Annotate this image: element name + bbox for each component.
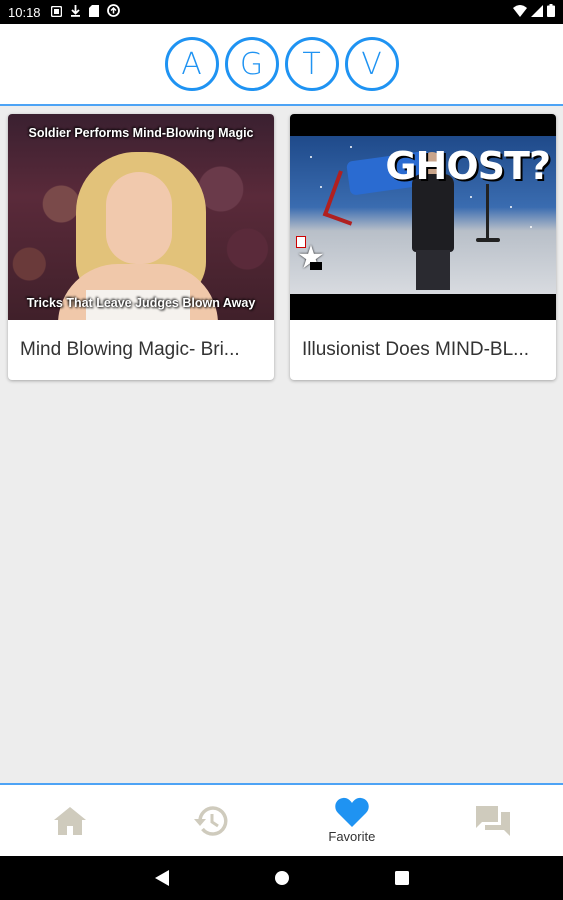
- thumbnail-stand: [486, 184, 489, 240]
- playing-card-icon: [296, 236, 306, 248]
- thumbnail-caption-top: Soldier Performs Mind-Blowing Magic: [28, 126, 254, 140]
- logo-letter-t: T: [284, 37, 339, 91]
- battery-icon: [547, 4, 555, 20]
- nav-chat[interactable]: [422, 785, 563, 856]
- app-header: A G T V: [0, 24, 563, 106]
- video-card[interactable]: Soldier Performs Mind-Blowing Magic Tric…: [8, 114, 274, 380]
- nav-home[interactable]: [0, 785, 141, 856]
- wifi-icon: [513, 4, 527, 20]
- nav-history[interactable]: [141, 785, 282, 856]
- system-navigation-bar: [0, 856, 563, 900]
- download-icon: [70, 4, 81, 20]
- thumbnail-figure-face: [106, 172, 172, 264]
- thumbnail-stand-base: [476, 238, 500, 242]
- top-hat-icon: [310, 262, 322, 270]
- video-title-text: Illusionist Does MIND-BL...: [302, 339, 530, 360]
- bottom-navigation: Favorite: [0, 783, 563, 856]
- video-card[interactable]: GHOST? ★ Illusionist Does MIND-BL...: [290, 114, 556, 380]
- history-icon: [194, 805, 228, 836]
- favorites-list: Soldier Performs Mind-Blowing Magic Tric…: [0, 108, 563, 783]
- status-right: [513, 4, 555, 20]
- nav-favorite-label: Favorite: [328, 829, 376, 844]
- thumbnail-caption-bottom: Tricks That Leave Judges Blown Away: [26, 296, 256, 310]
- notification-icon: [50, 5, 62, 20]
- logo-letter-a: A: [164, 37, 219, 91]
- recents-icon[interactable]: [392, 868, 412, 888]
- sync-icon: [106, 4, 120, 20]
- chat-icon: [475, 805, 510, 836]
- sd-card-icon: [88, 4, 99, 20]
- signal-icon: [531, 4, 543, 20]
- home-icon: [54, 806, 87, 835]
- back-icon[interactable]: [152, 868, 172, 888]
- logo-letter-g: G: [224, 37, 279, 91]
- heart-icon: [335, 797, 369, 827]
- video-title[interactable]: Mind Blowing Magic- Bri...: [8, 320, 274, 380]
- video-title[interactable]: Illusionist Does MIND-BL...: [290, 320, 556, 380]
- status-bar: 10:18: [0, 0, 563, 24]
- home-circle-icon[interactable]: [272, 868, 292, 888]
- thumbnail-caption-top: GHOST?: [385, 144, 551, 188]
- video-title-text: Mind Blowing Magic- Bri...: [20, 339, 240, 360]
- status-time: 10:18: [8, 4, 41, 20]
- video-thumbnail[interactable]: Soldier Performs Mind-Blowing Magic Tric…: [8, 114, 274, 320]
- nav-favorite[interactable]: Favorite: [282, 785, 423, 856]
- thumbnail-figure-legs: [416, 250, 450, 290]
- logo-letter-v: V: [344, 37, 399, 91]
- video-thumbnail[interactable]: GHOST? ★: [290, 114, 556, 320]
